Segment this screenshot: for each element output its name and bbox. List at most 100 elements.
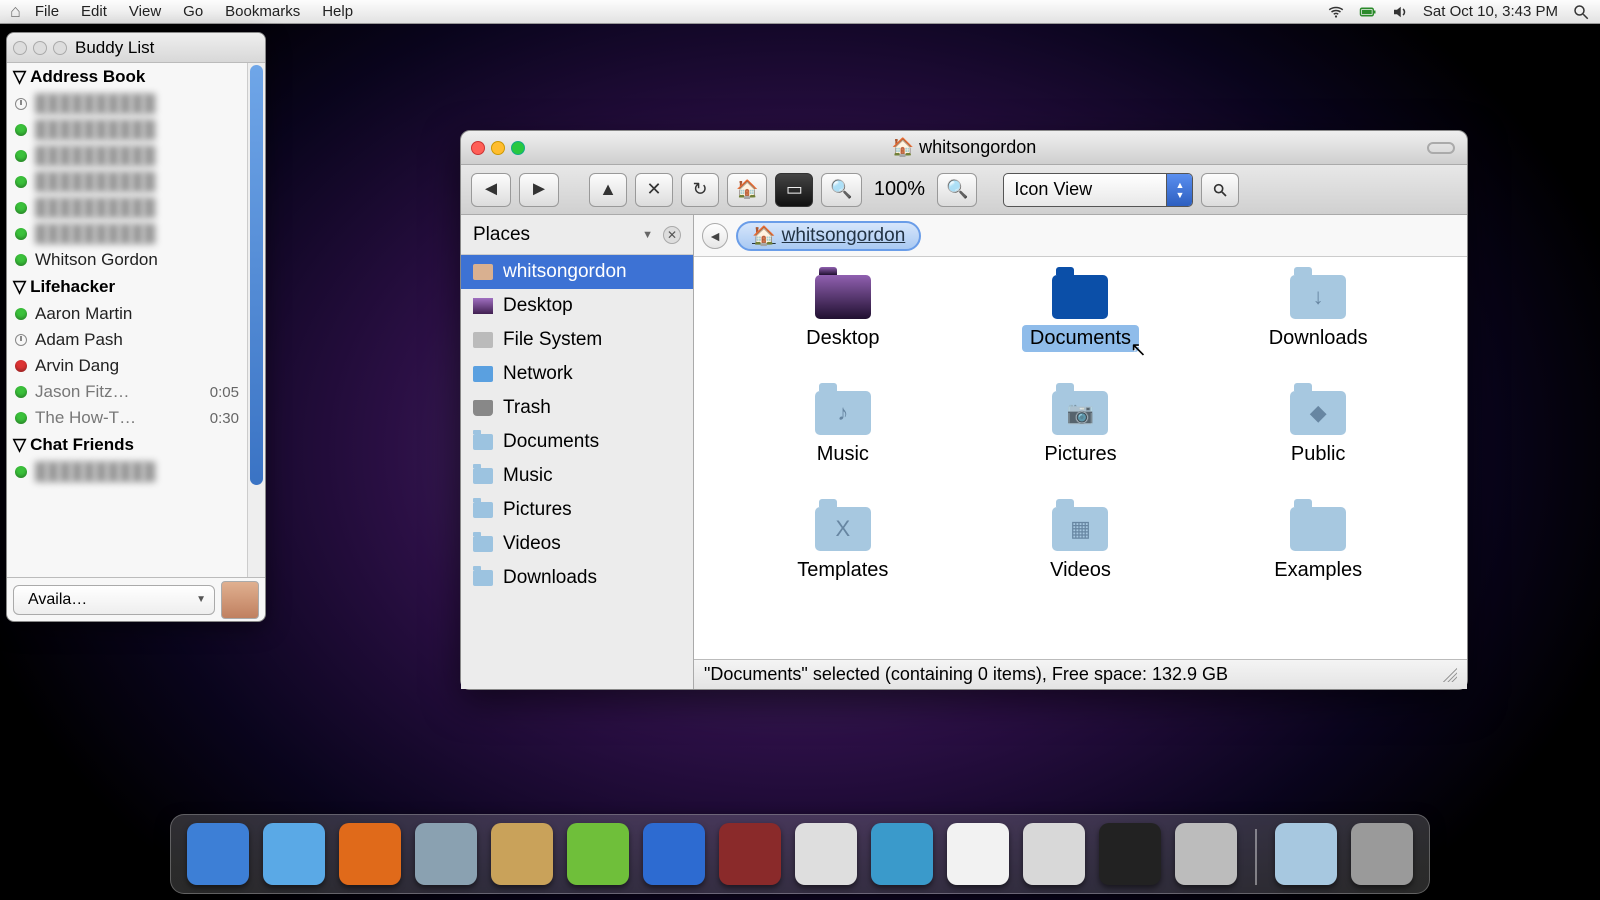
sidebar-place-whitsongordon[interactable]: whitsongordon [461,255,693,289]
folder-downloads[interactable]: ↓Downloads [1261,275,1376,385]
search-button[interactable] [1201,173,1239,207]
nav-back-button[interactable]: ◄ [471,173,511,207]
folder-pictures[interactable]: 📷Pictures [1036,391,1124,501]
icon-grid[interactable]: Desktop Documents ↓Downloads ♪Music 📷Picture… [694,257,1467,659]
dock-photobooth-icon[interactable] [719,823,781,885]
sidebar-place-pictures[interactable]: Pictures [461,493,693,527]
dock-trash-icon[interactable] [1351,823,1413,885]
fm-titlebar[interactable]: 🏠 whitsongordon [461,131,1467,165]
zoom-in-button[interactable]: 🔍 [937,173,977,207]
wifi-icon[interactable] [1327,2,1345,20]
folder-examples[interactable]: Examples [1266,507,1370,617]
battery-icon[interactable] [1359,2,1377,20]
dock-anchor-icon[interactable] [187,823,249,885]
sidebar-place-trash[interactable]: Trash [461,391,693,425]
apple-menu-icon[interactable]: ⌂ [10,1,21,22]
buddy-zoom-button[interactable] [53,41,67,55]
status-selector[interactable]: Availa… ▼ [13,585,215,615]
sidebar-place-downloads[interactable]: Downloads [461,561,693,595]
disclosure-triangle-icon: ▽ [13,435,26,455]
status-available-icon [15,308,27,320]
buddy-contact[interactable]: ██████████ [7,195,247,221]
buddy-contact[interactable]: Arvin Dang [7,353,247,379]
dock-textedit-icon[interactable] [947,823,1009,885]
sidebar-header-label: Places [473,224,530,246]
folder-icon [473,434,493,450]
path-back-button[interactable]: ◄ [702,223,728,249]
buddy-contact[interactable]: Jason Fitz…0:05 [7,379,247,405]
dock-calculator-icon[interactable] [1023,823,1085,885]
sidebar-header[interactable]: Places ▼ ✕ [461,215,693,255]
dock-itunes-icon[interactable] [643,823,705,885]
dock-terminal-icon[interactable] [1099,823,1161,885]
fm-pathbar: ◄ 🏠 whitsongordon [694,215,1467,257]
folder-public[interactable]: ◆Public [1283,391,1353,501]
nav-up-button[interactable]: ▲ [589,173,627,207]
folder-documents[interactable]: Documents [1022,275,1139,385]
menu-edit[interactable]: Edit [81,3,107,20]
dock-settings-icon[interactable] [1175,823,1237,885]
buddy-contact[interactable]: ██████████ [7,221,247,247]
buddy-contact[interactable]: ██████████ [7,117,247,143]
sidebar-place-videos[interactable]: Videos [461,527,693,561]
menu-help[interactable]: Help [322,3,353,20]
sidebar-place-network[interactable]: Network [461,357,693,391]
sidebar-place-file-system[interactable]: File System [461,323,693,357]
buddy-group-header[interactable]: ▽Address Book [7,63,247,91]
computer-button[interactable]: ▭ [775,173,813,207]
clock[interactable]: Sat Oct 10, 3:43 PM [1423,3,1558,20]
buddy-scrollbar[interactable] [247,63,265,577]
home-button[interactable]: 🏠 [727,173,767,207]
buddy-scroll-thumb[interactable] [250,65,263,485]
zoom-out-button[interactable]: 🔍 [821,173,861,207]
breadcrumb[interactable]: 🏠 whitsongordon [736,221,921,251]
dock-folder-icon[interactable] [1275,823,1337,885]
dock-pidgin-icon[interactable] [567,823,629,885]
sidebar-place-documents[interactable]: Documents [461,425,693,459]
buddy-close-button[interactable] [13,41,27,55]
dock-finder-icon[interactable] [263,823,325,885]
volume-icon[interactable] [1391,2,1409,20]
buddy-contact[interactable]: ██████████ [7,459,247,485]
reload-button[interactable]: ↻ [681,173,719,207]
buddy-titlebar[interactable]: Buddy List [7,33,265,63]
menu-file[interactable]: File [35,3,59,20]
buddy-contact[interactable]: Adam Pash [7,327,247,353]
buddy-contact[interactable]: ██████████ [7,169,247,195]
buddy-contact[interactable]: Aaron Martin [7,301,247,327]
nav-forward-button[interactable]: ► [519,173,559,207]
buddy-minimize-button[interactable] [33,41,47,55]
dock-feather-icon[interactable] [871,823,933,885]
dock-chrome-icon[interactable] [415,823,477,885]
resize-grip-icon[interactable] [1443,668,1457,682]
menu-bookmarks[interactable]: Bookmarks [225,3,300,20]
fm-minimize-button[interactable] [491,141,505,155]
buddy-contact[interactable]: The How-T…0:30 [7,405,247,431]
folder-desktop[interactable]: Desktop [798,275,887,385]
folder-videos[interactable]: ▦Videos [1042,507,1119,617]
folder-templates[interactable]: XTemplates [789,507,896,617]
folder-music[interactable]: ♪Music [809,391,877,501]
dock-firefox-icon[interactable] [339,823,401,885]
buddy-contact[interactable]: ██████████ [7,143,247,169]
folder-icon [473,502,493,518]
buddy-contact[interactable]: Whitson Gordon [7,247,247,273]
fm-pill-button[interactable] [1427,142,1455,154]
spotlight-icon[interactable] [1572,2,1590,20]
dock-iphoto-icon[interactable] [795,823,857,885]
view-mode-selector[interactable]: Icon View ▲▼ [1003,173,1193,207]
buddy-group-header[interactable]: ▽Lifehacker [7,273,247,301]
stop-button[interactable]: ✕ [635,173,673,207]
sidebar-place-desktop[interactable]: Desktop [461,289,693,323]
fm-zoom-button[interactable] [511,141,525,155]
self-avatar[interactable] [221,581,259,619]
menu-view[interactable]: View [129,3,161,20]
buddy-group-header[interactable]: ▽Chat Friends [7,431,247,459]
buddy-contact[interactable]: ██████████ [7,91,247,117]
fm-close-button[interactable] [471,141,485,155]
dock-pidgin-bird-icon[interactable] [491,823,553,885]
sidebar-place-music[interactable]: Music [461,459,693,493]
status-available-icon [15,412,27,424]
sidebar-close-button[interactable]: ✕ [663,226,681,244]
menu-go[interactable]: Go [183,3,203,20]
